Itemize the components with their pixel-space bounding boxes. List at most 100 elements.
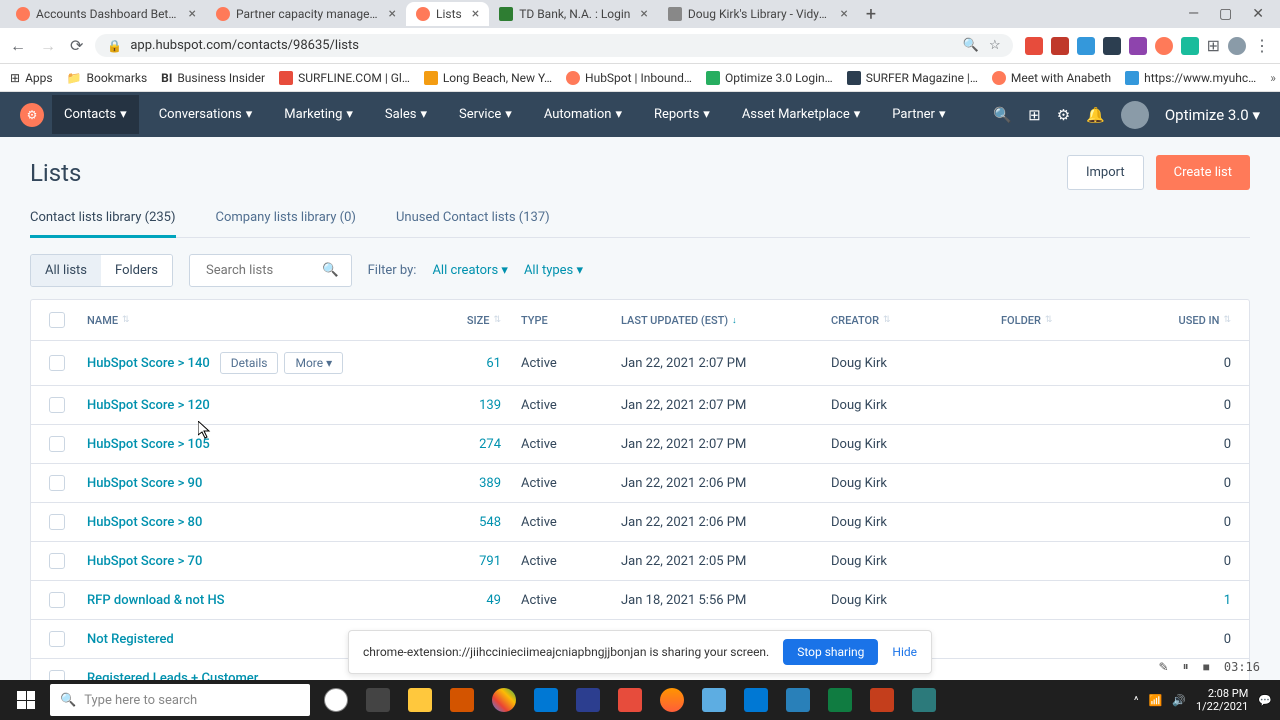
bookmark-item[interactable]: 📁Bookmarks	[67, 71, 148, 85]
bookmark-item[interactable]: Optimize 3.0 Login…	[706, 71, 833, 85]
task-icon[interactable]	[526, 681, 566, 719]
list-name-link[interactable]: Not Registered	[87, 632, 174, 647]
column-name[interactable]: NAME⇅	[87, 312, 421, 328]
nav-marketing[interactable]: Marketing▾	[272, 95, 365, 134]
row-checkbox[interactable]	[49, 631, 65, 647]
row-checkbox[interactable]	[49, 592, 65, 608]
close-icon[interactable]: ×	[389, 6, 396, 22]
details-button[interactable]: Details	[220, 352, 279, 374]
systray-chevron[interactable]: ^	[1134, 694, 1139, 707]
settings-icon[interactable]: ⚙	[1057, 106, 1070, 124]
column-used[interactable]: USED IN⇅	[1151, 312, 1231, 328]
tab-contact-lists[interactable]: Contact lists library (235)	[30, 204, 176, 238]
hubspot-logo[interactable]: ⚙	[20, 103, 44, 127]
extension-icon[interactable]	[1129, 37, 1147, 55]
zoom-icon[interactable]: 🔍	[963, 38, 979, 53]
taskbar-search[interactable]: 🔍Type here to search	[50, 684, 310, 716]
bookmark-item[interactable]: ⊞Apps	[10, 71, 53, 85]
reload-icon[interactable]: ⟳	[70, 36, 83, 56]
list-name-link[interactable]: RFP download & not HS	[87, 593, 225, 608]
column-folder[interactable]: FOLDER⇅	[1001, 312, 1151, 328]
column-size[interactable]: SIZE⇅	[421, 312, 521, 328]
row-checkbox[interactable]	[49, 553, 65, 569]
select-all-checkbox[interactable]	[49, 312, 65, 328]
size-link[interactable]: 548	[479, 515, 501, 530]
start-button[interactable]	[8, 682, 44, 718]
row-checkbox[interactable]	[49, 475, 65, 491]
forward-icon[interactable]: →	[40, 36, 56, 56]
star-icon[interactable]: ☆	[989, 38, 1001, 53]
filter-types[interactable]: All types ▾	[524, 263, 583, 278]
system-clock[interactable]: 2:08 PM 1/22/2021	[1196, 687, 1248, 713]
nav-partner[interactable]: Partner▾	[880, 95, 957, 134]
new-tab-button[interactable]: +	[858, 4, 884, 25]
hide-sharing-button[interactable]: Hide	[892, 645, 917, 659]
browser-tab[interactable]: Partner capacity manager | HubS×	[206, 2, 406, 26]
bookmark-item[interactable]: Meet with Anabeth	[992, 71, 1111, 85]
menu-icon[interactable]: ⋮	[1254, 36, 1270, 55]
bookmark-item[interactable]: https://www.myuhc…	[1125, 71, 1256, 85]
pause-icon[interactable]: ⏸	[1183, 659, 1189, 674]
browser-tab[interactable]: Accounts Dashboard Beta | HubS×	[6, 2, 206, 26]
nav-sales[interactable]: Sales▾	[373, 95, 439, 134]
profile-avatar[interactable]	[1228, 37, 1246, 55]
marketplace-icon[interactable]: ⊞	[1028, 106, 1041, 124]
task-icon[interactable]	[400, 681, 440, 719]
filter-creators[interactable]: All creators ▾	[432, 263, 508, 278]
notifications-icon[interactable]: 🔔	[1086, 106, 1105, 124]
extensions-menu-icon[interactable]: ⊞	[1207, 36, 1220, 55]
bookmark-item[interactable]: SURFER Magazine |…	[847, 71, 978, 85]
column-creator[interactable]: CREATOR⇅	[831, 312, 1001, 328]
size-link[interactable]: 791	[479, 554, 501, 569]
list-name-link[interactable]: HubSpot Score > 120	[87, 398, 210, 413]
used-in-cell[interactable]: 1	[1224, 593, 1231, 608]
close-icon[interactable]: ×	[189, 6, 196, 22]
nav-service[interactable]: Service▾	[447, 95, 524, 134]
folders-toggle[interactable]: Folders	[101, 255, 172, 286]
task-icon[interactable]	[820, 681, 860, 719]
size-link[interactable]: 274	[479, 437, 501, 452]
nav-automation[interactable]: Automation▾	[532, 95, 634, 134]
tab-unused-lists[interactable]: Unused Contact lists (137)	[396, 204, 550, 237]
task-icon[interactable]	[484, 681, 524, 719]
list-name-link[interactable]: HubSpot Score > 140	[87, 356, 210, 371]
task-icon[interactable]	[442, 681, 482, 719]
extension-icon[interactable]	[1077, 37, 1095, 55]
column-updated[interactable]: LAST UPDATED (EST)↓	[621, 312, 831, 328]
task-icon[interactable]	[316, 681, 356, 719]
tab-company-lists[interactable]: Company lists library (0)	[216, 204, 356, 237]
row-checkbox[interactable]	[49, 397, 65, 413]
close-icon[interactable]: ×	[472, 6, 479, 22]
url-input[interactable]: 🔒 app.hubspot.com/contacts/98635/lists 🔍…	[95, 34, 1012, 57]
extension-icon[interactable]	[1103, 37, 1121, 55]
search-icon[interactable]: 🔍	[993, 106, 1012, 124]
row-checkbox[interactable]	[49, 670, 65, 680]
list-name-link[interactable]: HubSpot Score > 80	[87, 515, 202, 530]
user-avatar[interactable]	[1121, 101, 1149, 129]
list-name-link[interactable]: Registered Leads + Customer	[87, 671, 258, 681]
task-icon[interactable]	[778, 681, 818, 719]
network-icon[interactable]: 📶	[1149, 694, 1163, 707]
row-checkbox[interactable]	[49, 355, 65, 371]
task-icon[interactable]	[652, 681, 692, 719]
size-link[interactable]: 61	[486, 356, 501, 371]
maximize-icon[interactable]: ▢	[1219, 6, 1232, 22]
browser-tab[interactable]: Doug Kirk's Library - Vidyard×	[658, 2, 858, 26]
extension-icon[interactable]	[1181, 37, 1199, 55]
extension-icon[interactable]	[1051, 37, 1069, 55]
bookmark-item[interactable]: BIBusiness Insider	[161, 71, 265, 85]
edit-icon[interactable]: ✎	[1159, 660, 1169, 674]
list-name-link[interactable]: HubSpot Score > 70	[87, 554, 202, 569]
search-input[interactable]	[198, 255, 318, 286]
size-link[interactable]: 389	[479, 476, 501, 491]
import-button[interactable]: Import	[1067, 155, 1144, 190]
extension-icon[interactable]	[1155, 37, 1173, 55]
account-switcher[interactable]: Optimize 3.0 ▾	[1165, 106, 1260, 124]
bookmark-item[interactable]: HubSpot | Inbound…	[566, 71, 692, 85]
size-link[interactable]: 49	[486, 593, 501, 608]
row-checkbox[interactable]	[49, 514, 65, 530]
volume-icon[interactable]: 🔊	[1172, 694, 1186, 707]
create-list-button[interactable]: Create list	[1156, 155, 1250, 190]
nav-contacts[interactable]: Contacts▾	[52, 95, 139, 134]
nav-reports[interactable]: Reports▾	[642, 95, 722, 134]
